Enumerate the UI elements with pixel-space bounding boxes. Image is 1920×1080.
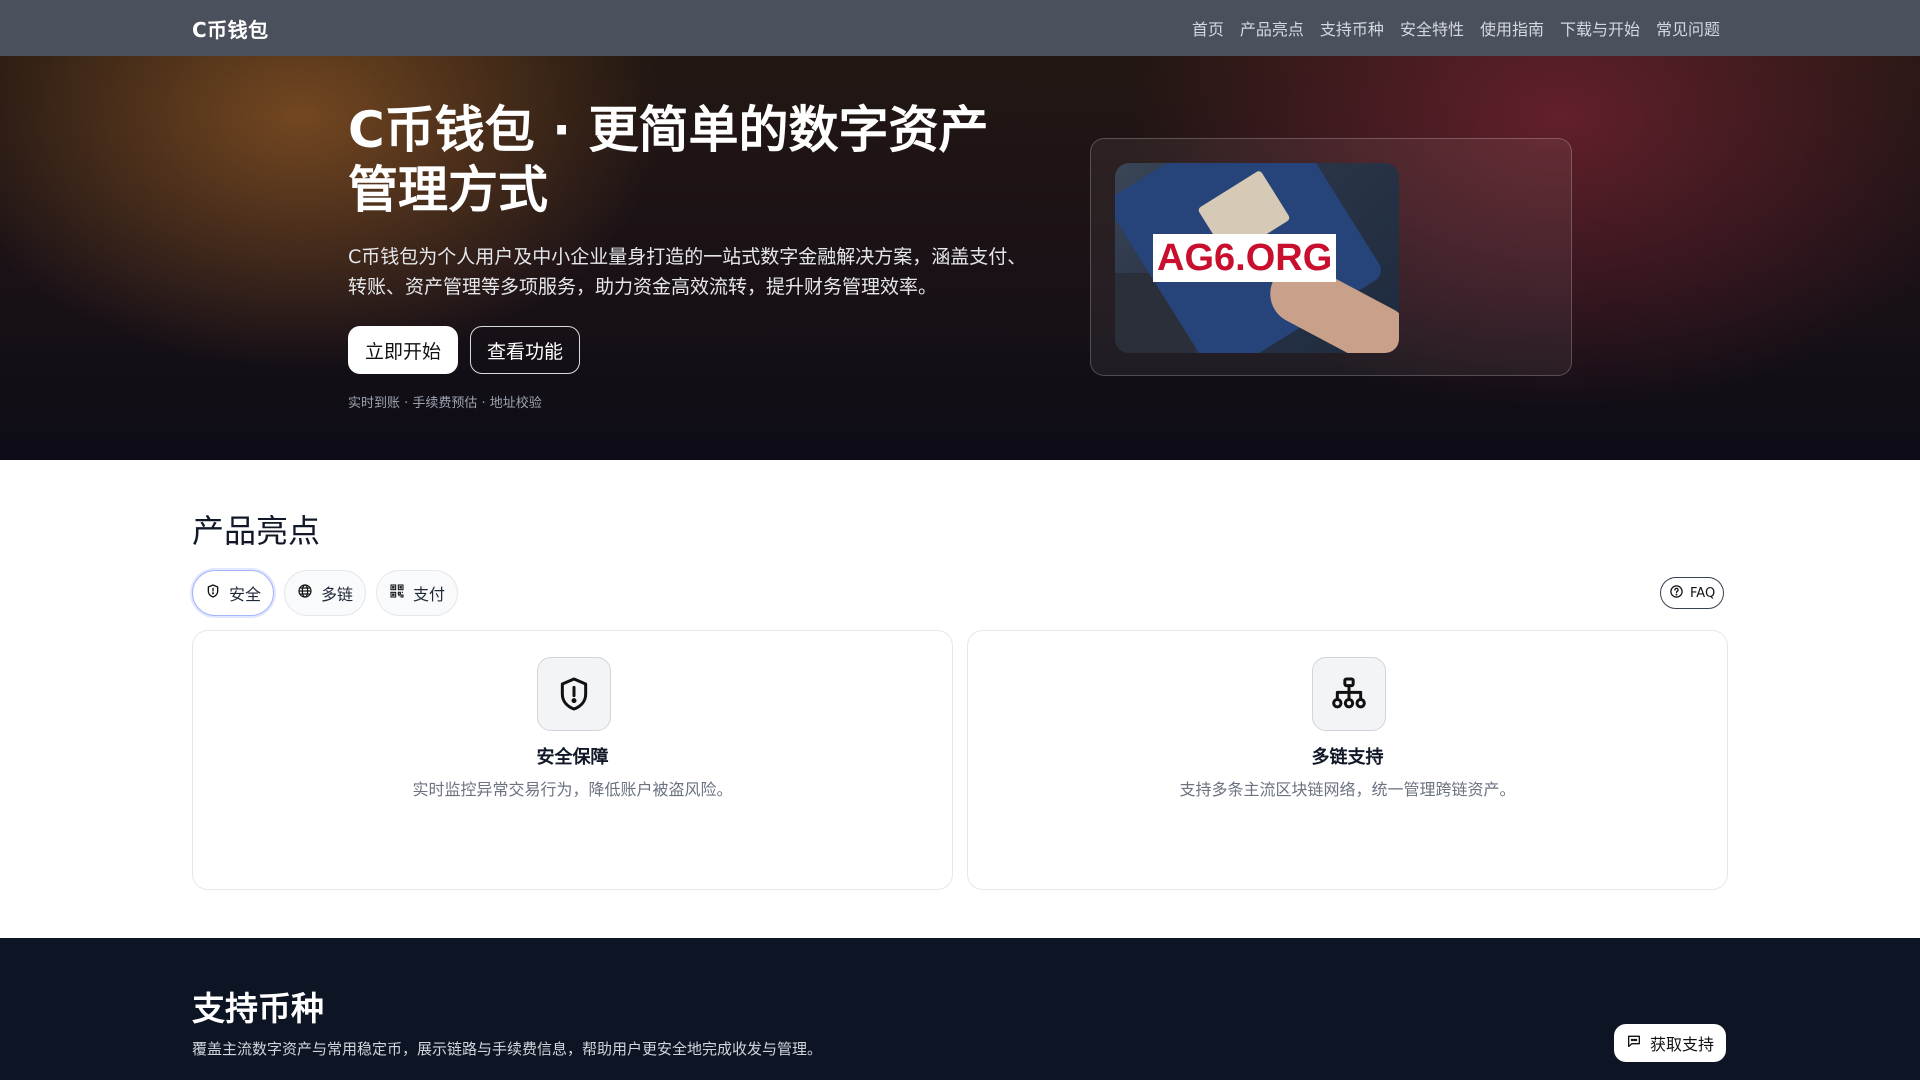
chip-multichain[interactable]: 多链 bbox=[284, 570, 367, 616]
hero-section: C币钱包 · 更简单的数字资产管理方式 C币钱包为个人用户及中小企业量身打造的一… bbox=[0, 56, 1920, 460]
payment-terminal-image: AG6.ORG bbox=[1115, 163, 1399, 353]
chip-label: 支付 bbox=[413, 585, 446, 604]
card-description: 实时监控异常交易行为，降低账户被盗风险。 bbox=[412, 780, 733, 799]
nav-link-highlights[interactable]: 产品亮点 bbox=[1240, 16, 1304, 40]
get-support-button[interactable]: 获取支持 bbox=[1614, 1024, 1727, 1062]
globe-icon bbox=[297, 583, 313, 603]
hero-note: 实时到账 · 手续费预估 · 地址校验 bbox=[348, 396, 542, 411]
top-nav: C币钱包 首页 产品亮点 支持币种 安全特性 使用指南 下载与开始 常见问题 bbox=[0, 0, 1920, 56]
shield-icon bbox=[205, 583, 221, 603]
faq-label: FAQ bbox=[1690, 585, 1716, 601]
brand-logo[interactable]: C币钱包 bbox=[192, 14, 269, 43]
chip-payment[interactable]: 支付 bbox=[376, 570, 459, 616]
currencies-title: 支持币种 bbox=[192, 989, 324, 1028]
currencies-section: 支持币种 覆盖主流数字资产与常用稳定币，展示链路与手续费信息，帮助用户更安全地完… bbox=[0, 938, 1920, 1080]
nav-link-security[interactable]: 安全特性 bbox=[1400, 16, 1464, 40]
card-title: 安全保障 bbox=[536, 747, 609, 768]
start-now-button[interactable]: 立即开始 bbox=[348, 326, 459, 374]
nav-link-guide[interactable]: 使用指南 bbox=[1480, 16, 1544, 40]
nav-link-currencies[interactable]: 支持币种 bbox=[1320, 16, 1384, 40]
nav-links: 首页 产品亮点 支持币种 安全特性 使用指南 下载与开始 常见问题 bbox=[1192, 0, 1720, 56]
currencies-description: 覆盖主流数字资产与常用稳定币，展示链路与手续费信息，帮助用户更安全地完成收发与管… bbox=[192, 1040, 823, 1058]
feature-card-security: 安全保障 实时监控异常交易行为，降低账户被盗风险。 bbox=[192, 630, 953, 890]
shield-alert-icon bbox=[537, 657, 611, 731]
help-circle-icon bbox=[1669, 584, 1684, 603]
nav-link-faq[interactable]: 常见问题 bbox=[1656, 16, 1720, 40]
nav-link-home[interactable]: 首页 bbox=[1192, 16, 1224, 40]
qr-code-icon bbox=[389, 583, 405, 603]
nav-link-download[interactable]: 下载与开始 bbox=[1560, 16, 1640, 40]
card-description: 支持多条主流区块链网络，统一管理跨链资产。 bbox=[1179, 780, 1516, 799]
chip-security[interactable]: 安全 bbox=[192, 570, 275, 616]
highlights-title: 产品亮点 bbox=[192, 512, 321, 550]
image-watermark: AG6.ORG bbox=[1153, 234, 1337, 282]
faq-button[interactable]: FAQ bbox=[1660, 577, 1725, 609]
chip-label: 安全 bbox=[229, 585, 262, 604]
chat-bubble-icon bbox=[1626, 1033, 1642, 1053]
support-label: 获取支持 bbox=[1650, 1035, 1715, 1054]
hero-description: C币钱包为个人用户及中小企业量身打造的一站式数字金融解决方案，涵盖支付、转账、资… bbox=[348, 246, 1027, 298]
chip-label: 多链 bbox=[321, 585, 354, 604]
feature-card-multichain: 多链支持 支持多条主流区块链网络，统一管理跨链资产。 bbox=[967, 630, 1728, 890]
card-title: 多链支持 bbox=[1311, 747, 1384, 768]
hero-title: C币钱包 · 更简单的数字资产管理方式 bbox=[348, 101, 989, 219]
network-icon bbox=[1312, 657, 1386, 731]
hero-image-card: AG6.ORG bbox=[1090, 138, 1572, 376]
view-features-button[interactable]: 查看功能 bbox=[470, 326, 581, 374]
